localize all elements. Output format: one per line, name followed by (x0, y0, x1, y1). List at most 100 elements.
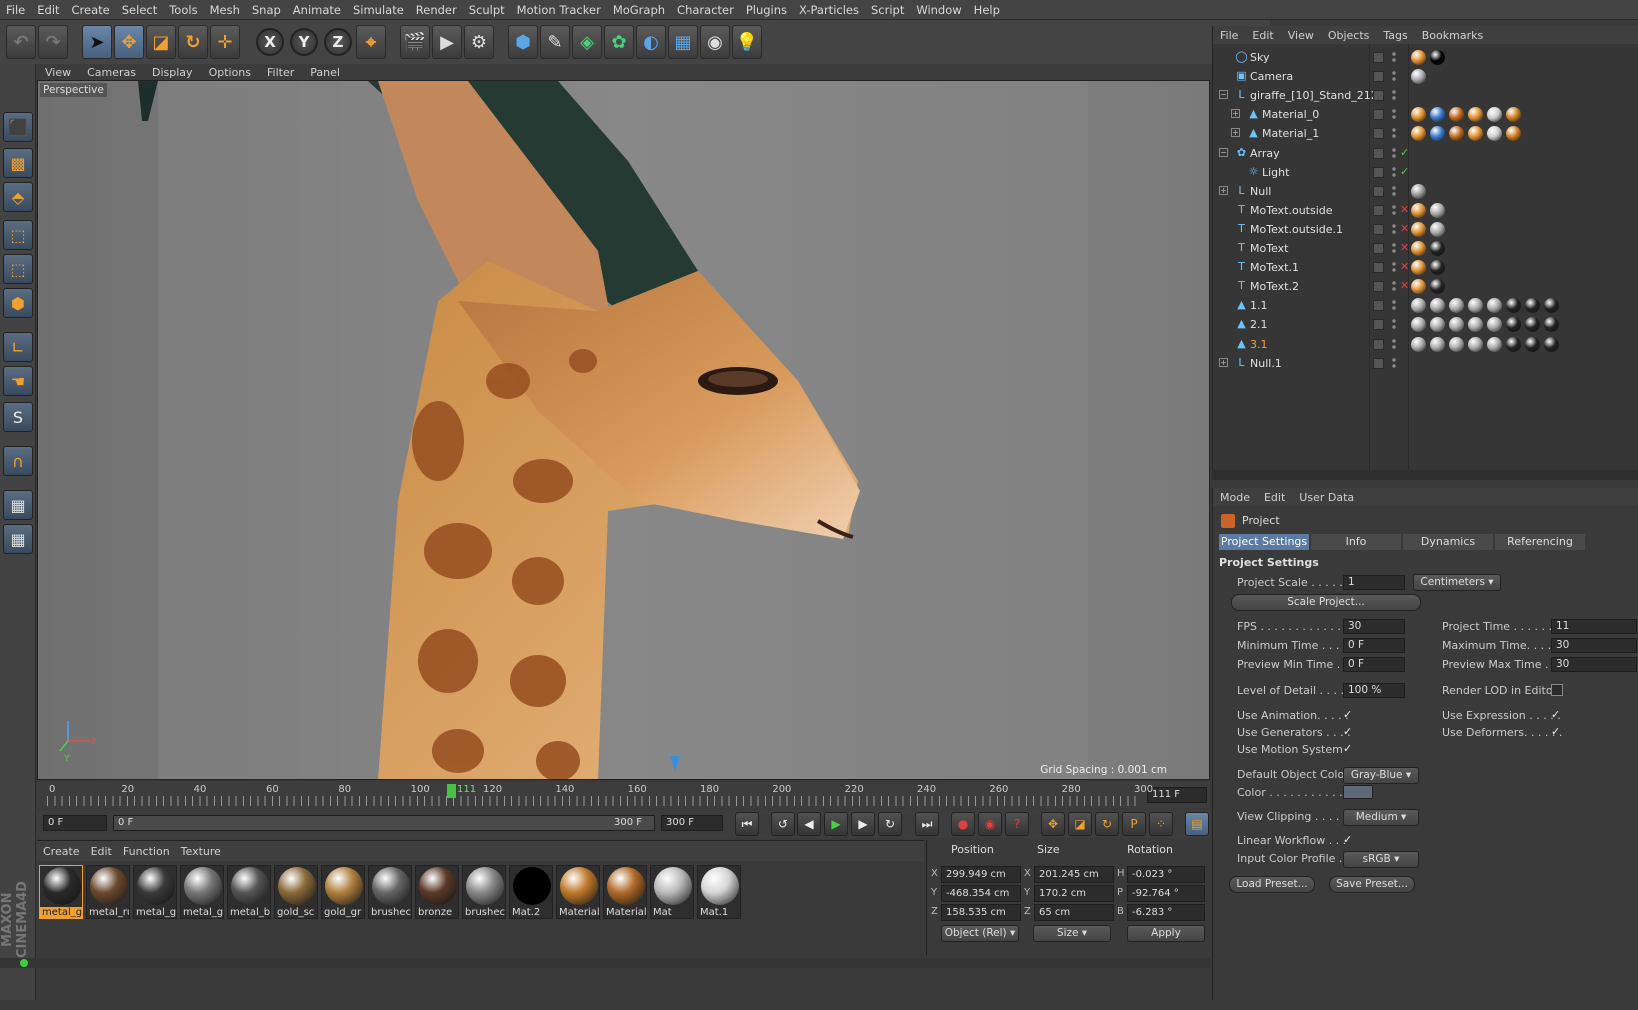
object-tag-icon[interactable] (1430, 298, 1445, 314)
position-z-field[interactable]: 158.535 cm (941, 904, 1021, 921)
object-row[interactable]: ◯ Sky (1213, 48, 1638, 67)
object-tag-icon[interactable] (1430, 279, 1445, 295)
material-swatch[interactable]: gold_sc (274, 865, 318, 919)
move-tool-icon[interactable]: ✥ (114, 25, 144, 59)
material-swatch[interactable]: gold_gr (321, 865, 365, 919)
redo-icon[interactable]: ↷ (38, 25, 68, 59)
menu-file[interactable]: File (0, 3, 31, 17)
keyframe-selection-icon[interactable]: ? (1005, 812, 1029, 836)
render-dots-icon[interactable] (1391, 165, 1397, 179)
planar-workplane-icon[interactable]: ▦ (3, 524, 33, 554)
size-z-field[interactable]: 65 cm (1034, 904, 1114, 921)
project-scale-unit-dropdown[interactable]: Centimeters ▾ (1413, 574, 1501, 591)
input-color-dropdown[interactable]: sRGB ▾ (1343, 851, 1419, 868)
menu-window[interactable]: Window (910, 3, 967, 17)
object-menu-edit[interactable]: Edit (1245, 29, 1280, 42)
visibility-toggle-icon[interactable] (1373, 338, 1384, 350)
object-tag-icon[interactable] (1449, 317, 1464, 333)
object-tag-icon[interactable] (1430, 107, 1445, 123)
object-tag-icon[interactable] (1487, 126, 1502, 142)
object-row[interactable]: + ▲ Material_0 (1213, 105, 1638, 124)
viewport[interactable]: X Y Perspective Grid Spacing : 0.001 cm (37, 80, 1210, 780)
use-expression-checkbox[interactable]: ✓ (1551, 709, 1563, 721)
timeline-playhead[interactable] (447, 784, 456, 798)
rotation-p-field[interactable]: -92.764 ° (1127, 885, 1205, 902)
coordinate-system-icon[interactable]: ⌖ (356, 25, 386, 59)
object-row[interactable]: + L Null.1 (1213, 354, 1638, 373)
deformer-icon[interactable]: ◐ (636, 25, 666, 59)
visibility-toggle-icon[interactable] (1373, 204, 1384, 216)
light-icon[interactable]: 💡 (732, 25, 762, 59)
material-swatch[interactable]: metal_g (133, 865, 177, 919)
object-menu-file[interactable]: File (1213, 29, 1245, 42)
object-tag-icon[interactable] (1449, 107, 1464, 123)
enabled-check-icon[interactable]: ✓ (1400, 146, 1409, 159)
scale-tool-icon[interactable]: ◪ (146, 25, 176, 59)
save-preset-button[interactable]: Save Preset... (1329, 876, 1415, 893)
magnet-icon[interactable]: ∩ (3, 446, 33, 476)
object-tag-icon[interactable] (1525, 317, 1540, 333)
object-tag-icon[interactable] (1430, 221, 1445, 237)
tab-dynamics[interactable]: Dynamics (1403, 534, 1493, 550)
object-row[interactable]: + ▲ Material_1 (1213, 124, 1638, 143)
object-tag-icon[interactable] (1449, 126, 1464, 142)
object-tag-icon[interactable] (1506, 126, 1521, 142)
object-row[interactable]: ▲ 1.1 (1213, 296, 1638, 315)
points-mode-icon[interactable]: ⬚ (3, 220, 33, 250)
viewport-menu-view[interactable]: View (37, 66, 79, 79)
viewport-menu-cameras[interactable]: Cameras (79, 66, 144, 79)
size-mode-dropdown[interactable]: Size ▾ (1033, 925, 1111, 942)
render-dots-icon[interactable] (1391, 318, 1397, 332)
attribute-menu-edit[interactable]: Edit (1257, 491, 1292, 504)
object-tag-icon[interactable] (1430, 336, 1445, 352)
material-menu-texture[interactable]: Texture (175, 845, 226, 858)
apply-button[interactable]: Apply (1127, 925, 1205, 942)
render-dots-icon[interactable] (1391, 261, 1397, 275)
render-dots-icon[interactable] (1391, 203, 1397, 217)
step-forward-icon[interactable]: ▶ (851, 812, 875, 836)
menu-help[interactable]: Help (968, 3, 1006, 17)
object-tag-icon[interactable] (1411, 241, 1426, 256)
render-dots-icon[interactable] (1391, 337, 1397, 351)
render-dots-icon[interactable] (1391, 51, 1397, 64)
menu-edit[interactable]: Edit (31, 3, 65, 17)
object-tag-icon[interactable] (1468, 126, 1483, 142)
project-time-field[interactable]: 11 (1551, 619, 1637, 634)
object-tag-icon[interactable] (1468, 336, 1483, 352)
visibility-toggle-icon[interactable] (1373, 71, 1384, 83)
material-menu-edit[interactable]: Edit (85, 845, 117, 858)
render-picture-viewer-icon[interactable]: ▶ (432, 25, 462, 59)
project-scale-field[interactable]: 1 (1343, 575, 1405, 590)
floor-icon[interactable]: ▦ (668, 25, 698, 59)
key-parameter-icon[interactable]: P (1122, 812, 1146, 836)
visibility-toggle-icon[interactable] (1373, 90, 1384, 102)
texture-mode-icon[interactable]: ▩ (3, 148, 33, 178)
object-tag-icon[interactable] (1430, 241, 1445, 256)
object-tag-icon[interactable] (1487, 298, 1502, 314)
object-tag-icon[interactable] (1544, 336, 1559, 352)
object-row[interactable]: ▲ 3.1 (1213, 335, 1638, 354)
object-row[interactable]: ▲ 2.1 (1213, 315, 1638, 334)
use-motion-checkbox[interactable]: ✓ (1343, 743, 1355, 755)
expand-toggle-icon[interactable]: − (1219, 90, 1228, 100)
object-row[interactable]: ☼ Light ✓ (1213, 163, 1638, 182)
viewport-menu-options[interactable]: Options (201, 66, 259, 79)
visibility-toggle-icon[interactable] (1373, 223, 1384, 235)
key-scale-icon[interactable]: ◪ (1068, 812, 1092, 836)
enabled-check-icon[interactable]: ✓ (1400, 165, 1409, 178)
object-manager-scrollbar[interactable] (1212, 470, 1638, 480)
object-tag-icon[interactable] (1430, 317, 1445, 333)
menu-tools[interactable]: Tools (163, 3, 203, 17)
min-time-field[interactable]: 0 F (1343, 638, 1405, 653)
goto-start-icon[interactable]: ⏮ (735, 812, 759, 836)
object-tag-icon[interactable] (1411, 107, 1426, 123)
material-swatch[interactable]: brushec (462, 865, 506, 919)
expand-toggle-icon[interactable]: + (1231, 128, 1240, 138)
snapping-icon[interactable]: S (3, 402, 33, 432)
object-tag-icon[interactable] (1487, 317, 1502, 333)
polygons-mode-icon[interactable]: ⬢ (3, 288, 33, 318)
lock-workplane-icon[interactable]: ▦ (3, 490, 33, 520)
menu-create[interactable]: Create (66, 3, 116, 17)
menu-sculpt[interactable]: Sculpt (463, 3, 511, 17)
render-dots-icon[interactable] (1391, 146, 1397, 160)
